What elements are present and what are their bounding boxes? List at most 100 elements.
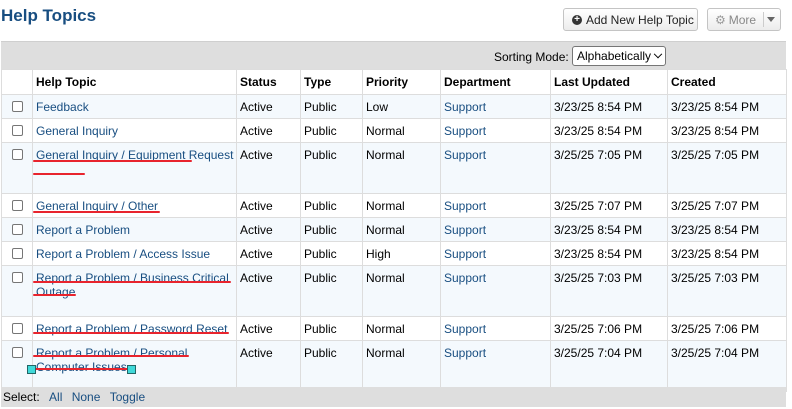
select-none-link[interactable]: None: [72, 390, 101, 404]
help-topic-link[interactable]: Feedback: [36, 100, 89, 114]
help-topic-link[interactable]: General Inquiry: [36, 124, 118, 138]
header-created[interactable]: Created: [667, 69, 787, 95]
department-link[interactable]: Support: [444, 223, 486, 237]
add-help-topic-button[interactable]: + Add New Help Topic: [563, 8, 698, 31]
annotation-underline: [33, 211, 160, 213]
sorting-mode-label: Sorting Mode:: [494, 50, 569, 64]
annotation-underline: [33, 332, 229, 334]
status-cell: Active: [236, 118, 301, 143]
last-updated-cell: 3/25/25 7:05 PM: [550, 142, 668, 194]
last-updated-cell: 3/23/25 8:54 PM: [550, 241, 668, 266]
annotation-underline: [33, 294, 76, 296]
type-cell: Public: [300, 265, 363, 317]
help-topics-table: Help Topic Status Type Priority Departme…: [1, 69, 787, 392]
created-cell: 3/25/25 7:06 PM: [667, 316, 787, 341]
sorting-mode-value: Alphabetically: [577, 49, 652, 63]
select-label: Select:: [3, 390, 40, 404]
table-toolbar: Sorting Mode: Alphabetically: [1, 41, 786, 69]
created-cell: 3/23/25 8:54 PM: [667, 118, 787, 143]
status-cell: Active: [236, 340, 301, 392]
created-cell: 3/25/25 7:07 PM: [667, 193, 787, 218]
last-updated-cell: 3/23/25 8:54 PM: [550, 217, 668, 242]
header-priority[interactable]: Priority: [362, 69, 441, 95]
last-updated-cell: 3/25/25 7:03 PM: [550, 265, 668, 317]
annotation-underline: [33, 173, 85, 175]
priority-cell: Normal: [362, 217, 441, 242]
last-updated-cell: 3/23/25 8:54 PM: [550, 94, 668, 119]
table-footer: Select: All None Toggle: [1, 387, 786, 407]
department-link[interactable]: Support: [444, 124, 486, 138]
row-checkbox[interactable]: [12, 248, 23, 259]
row-checkbox[interactable]: [12, 125, 23, 136]
row-checkbox[interactable]: [12, 272, 23, 283]
annotation-underline: [33, 281, 231, 283]
status-cell: Active: [236, 316, 301, 341]
annotation-underline: [33, 355, 189, 357]
header-status[interactable]: Status: [236, 69, 301, 95]
table-row: General Inquiry Active Public Normal Sup…: [1, 118, 787, 143]
header-type[interactable]: Type: [300, 69, 363, 95]
department-link[interactable]: Support: [444, 100, 486, 114]
row-checkbox[interactable]: [12, 347, 23, 358]
row-checkbox[interactable]: [12, 224, 23, 235]
page-title: Help Topics: [1, 6, 97, 25]
table-header-row: Help Topic Status Type Priority Departme…: [1, 69, 787, 95]
more-label: More: [728, 12, 757, 27]
more-button[interactable]: ⚙ More: [707, 8, 781, 31]
priority-cell: Normal: [362, 340, 441, 392]
status-cell: Active: [236, 241, 301, 266]
type-cell: Public: [300, 217, 363, 242]
row-checkbox[interactable]: [12, 200, 23, 211]
status-cell: Active: [236, 265, 301, 317]
select-toggle-link[interactable]: Toggle: [110, 390, 145, 404]
table-row: Report a Problem / Access Issue Active P…: [1, 241, 787, 266]
sorting-mode-select[interactable]: Alphabetically: [572, 46, 666, 66]
department-link[interactable]: Support: [444, 322, 486, 336]
priority-cell: Normal: [362, 142, 441, 194]
priority-cell: Normal: [362, 118, 441, 143]
row-checkbox[interactable]: [12, 323, 23, 334]
selection-handle[interactable]: [27, 365, 36, 374]
row-checkbox[interactable]: [12, 149, 23, 160]
priority-cell: Normal: [362, 316, 441, 341]
type-cell: Public: [300, 94, 363, 119]
plus-circle-icon: +: [572, 14, 582, 25]
add-help-topic-label: Add New Help Topic: [586, 12, 694, 27]
department-link[interactable]: Support: [444, 247, 486, 261]
department-link[interactable]: Support: [444, 199, 486, 213]
table-row: Report a Problem / Personal Computer Iss…: [1, 340, 787, 392]
header-department[interactable]: Department: [440, 69, 551, 95]
created-cell: 3/25/25 7:03 PM: [667, 265, 787, 317]
table-row: Report a Problem / Password Reset Active…: [1, 316, 787, 341]
help-topic-link[interactable]: Report a Problem: [36, 223, 130, 237]
created-cell: 3/23/25 8:54 PM: [667, 241, 787, 266]
type-cell: Public: [300, 118, 363, 143]
button-divider: [763, 12, 764, 27]
row-checkbox[interactable]: [12, 101, 23, 112]
created-cell: 3/25/25 7:05 PM: [667, 142, 787, 194]
gear-icon: ⚙: [715, 12, 726, 27]
last-updated-cell: 3/25/25 7:04 PM: [550, 340, 668, 392]
department-link[interactable]: Support: [444, 271, 486, 285]
status-cell: Active: [236, 217, 301, 242]
header-help-topic[interactable]: Help Topic: [32, 69, 237, 95]
priority-cell: Normal: [362, 193, 441, 218]
type-cell: Public: [300, 142, 363, 194]
select-all-link[interactable]: All: [49, 390, 62, 404]
department-link[interactable]: Support: [444, 346, 486, 360]
annotation-underline: [33, 368, 130, 370]
table-row: Report a Problem / Business Critical Out…: [1, 265, 787, 317]
department-link[interactable]: Support: [444, 148, 486, 162]
selection-handle[interactable]: [127, 365, 136, 374]
help-topic-link[interactable]: Report a Problem / Access Issue: [36, 247, 210, 261]
last-updated-cell: 3/25/25 7:07 PM: [550, 193, 668, 218]
status-cell: Active: [236, 94, 301, 119]
type-cell: Public: [300, 340, 363, 392]
priority-cell: High: [362, 241, 441, 266]
type-cell: Public: [300, 316, 363, 341]
status-cell: Active: [236, 193, 301, 218]
chevron-down-icon[interactable]: [767, 17, 775, 22]
priority-cell: Low: [362, 94, 441, 119]
type-cell: Public: [300, 193, 363, 218]
header-last-updated[interactable]: Last Updated: [550, 69, 668, 95]
